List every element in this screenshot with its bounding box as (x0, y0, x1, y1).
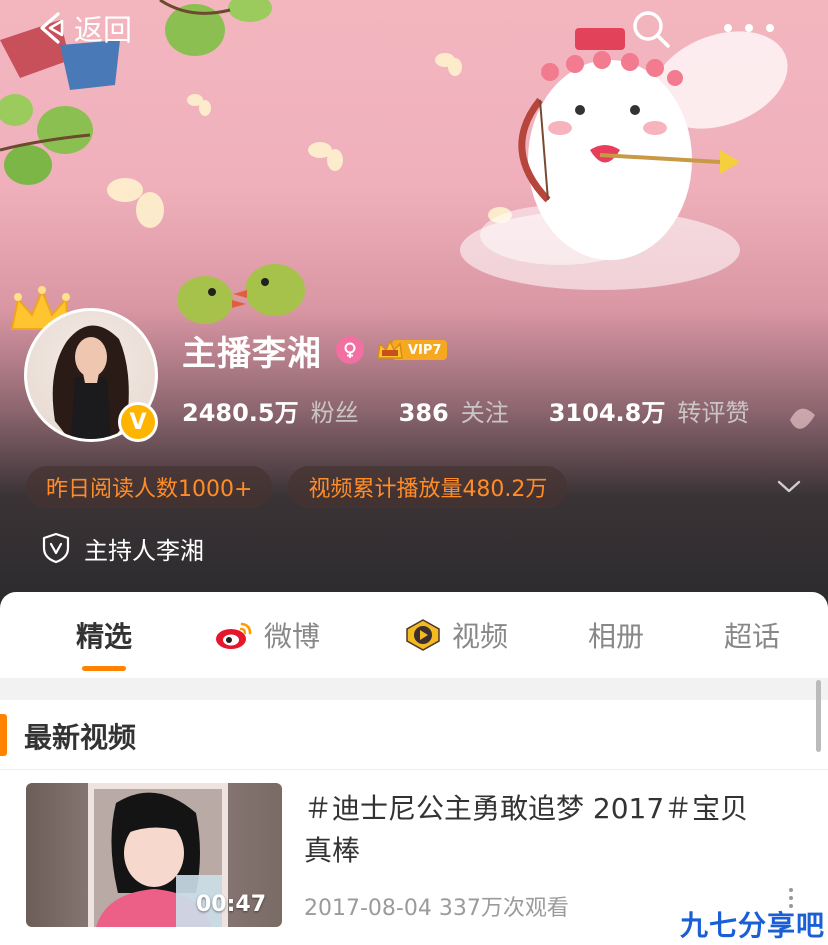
profile-highlights: 昨日阅读人数1000+ 视频累计播放量480.2万 (26, 466, 583, 508)
vip-crown-icon (377, 339, 403, 359)
tab-label: 相册 (588, 620, 645, 653)
section-title: 最新视频 (24, 721, 137, 754)
search-icon[interactable] (630, 8, 672, 50)
profile-name-row: 主播李湘 VIP7 (182, 326, 448, 374)
video-duration: 00:47 (195, 892, 266, 917)
stat-value: 386 (398, 398, 449, 427)
scrollbar[interactable] (816, 680, 821, 752)
certification-text: 主持人李湘 (84, 536, 204, 565)
latest-videos-header: 最新视频 (0, 700, 828, 770)
tab-album[interactable]: 相册 (588, 592, 644, 678)
verified-v-icon: V (118, 402, 158, 442)
back-arrow-icon (40, 12, 64, 44)
video-date: 2017-08-04 (304, 896, 432, 921)
tab-label: 精选 (76, 620, 133, 653)
profile-cover: 返回 V 主播李湘 VIP7 2480.5万 粉丝 386 关注 3104.8万… (0, 0, 828, 620)
content-panel: 精选 微博 视频 相册 超话 最新视频 00:47 ＃迪士尼公主勇敢追梦 201… (0, 592, 828, 945)
stat-reposts-comments-likes[interactable]: 3104.8万 转评赞 (549, 393, 750, 428)
shield-v-icon (42, 532, 70, 564)
tab-label: 微博 (264, 620, 321, 653)
stat-value: 2480.5万 (182, 398, 299, 427)
video-meta: 2017-08-04 337万次观看 (304, 890, 569, 922)
profile-stats: 2480.5万 粉丝 386 关注 3104.8万 转评赞 (182, 388, 789, 432)
more-dots-icon[interactable] (724, 10, 774, 46)
watermark: 九七分享吧 (680, 909, 826, 942)
stat-following[interactable]: 386 关注 (399, 393, 509, 428)
video-views: 337万次观看 (438, 896, 569, 921)
stat-value: 3104.8万 (548, 398, 666, 427)
tab-label: 视频 (452, 620, 509, 653)
tab-super-topic[interactable]: 超话 (724, 592, 780, 678)
female-icon (336, 336, 364, 364)
chevron-down-icon[interactable] (776, 476, 802, 496)
tab-video[interactable]: 视频 (404, 592, 508, 678)
tab-featured[interactable]: 精选 (76, 592, 132, 678)
certification-row[interactable]: 主持人李湘 (42, 530, 204, 566)
stat-followers[interactable]: 2480.5万 粉丝 (182, 393, 359, 428)
section-accent-bar (0, 714, 7, 756)
video-play-icon (406, 619, 440, 651)
stat-label: 粉丝 (310, 398, 359, 427)
active-tab-indicator (82, 666, 127, 671)
highlight-video-plays[interactable]: 视频累计播放量480.2万 (288, 466, 568, 508)
video-thumbnail[interactable]: 00:47 (26, 783, 282, 927)
back-button[interactable]: 返回 (36, 8, 132, 48)
profile-name: 主播李湘 (182, 333, 322, 374)
stat-label: 转评赞 (677, 398, 750, 427)
vip-badge[interactable]: VIP7 (376, 338, 448, 362)
highlight-read-count[interactable]: 昨日阅读人数1000+ (26, 466, 273, 508)
top-navigation-bar: 返回 (0, 0, 828, 60)
weibo-icon (216, 622, 252, 649)
video-title[interactable]: ＃迪士尼公主勇敢追梦 2017＃宝贝真棒 (304, 788, 764, 872)
section-divider (0, 678, 828, 700)
tab-weibo[interactable]: 微博 (214, 592, 320, 678)
stat-label: 关注 (460, 398, 509, 427)
avatar-container[interactable]: V (24, 308, 158, 442)
back-label: 返回 (74, 13, 133, 47)
tab-label: 超话 (724, 620, 781, 653)
profile-tabs: 精选 微博 视频 相册 超话 (0, 592, 828, 678)
